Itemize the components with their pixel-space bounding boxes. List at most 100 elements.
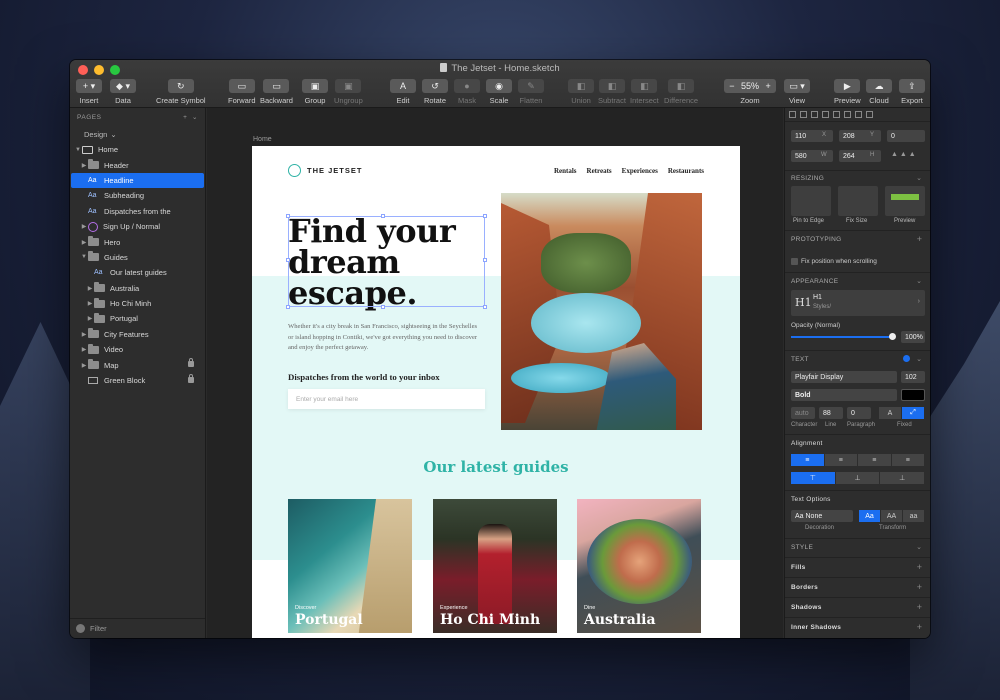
disclosure-icon[interactable]: ▶ [80,162,88,169]
align-left-icon[interactable] [789,111,796,118]
nav-retreats[interactable]: Retreats [587,167,612,175]
intersect-button[interactable]: ◧ Intersect [630,79,659,105]
dispatches-heading[interactable]: Dispatches from the world to your inbox [288,372,440,382]
chevron-down-icon[interactable]: ⌄ [916,355,922,363]
data-button[interactable]: ◆ ▾ Data [110,79,136,105]
layer-hero[interactable]: ▶ Hero [70,234,205,249]
vertical-alignment[interactable]: ⊤ ⊥ ⊥ [791,472,926,484]
disclosure-icon[interactable]: ▶ [86,285,94,292]
disclosure-icon[interactable]: ▶ [80,331,88,338]
transform-uppercase[interactable]: AA [881,510,903,522]
chevron-down-icon[interactable]: ⌄ [916,277,922,285]
layer-artboard-home[interactable]: ▼ Home [70,142,205,157]
paragraph-spacing-field[interactable]: 0 [847,407,871,419]
text-box-mode[interactable]: A ⤢ [879,407,925,419]
nav-experiences[interactable]: Experiences [622,167,658,175]
disclosure-icon[interactable]: ▶ [80,239,88,246]
zoom-in-icon[interactable]: + [766,81,771,91]
fix-scroll-checkbox[interactable] [791,258,798,265]
add-inner-shadow-icon[interactable]: + [917,622,922,632]
layer-video[interactable]: ▶ Video [70,342,205,357]
headline[interactable]: Find your dream escape. [288,215,488,309]
add-fill-icon[interactable]: + [917,562,922,572]
text-style-picker[interactable]: H1 H1 Styles/ › [791,290,925,316]
chevron-down-icon[interactable]: ⌄ [916,543,922,551]
backward-button[interactable]: ▭ Backward [260,79,293,105]
guides-title[interactable]: Our latest guides [252,458,740,476]
preview-button[interactable]: ▶ Preview [834,79,861,105]
align-text-top-icon[interactable]: ⊤ [791,472,836,484]
add-prototype-icon[interactable]: + [917,234,922,244]
align-middle-icon[interactable] [833,111,840,118]
layer-header[interactable]: ▶ Header [70,157,205,172]
disclosure-open-icon[interactable]: ▼ [80,254,88,260]
align-text-right-icon[interactable]: ≡ [858,454,892,466]
nav-rentals[interactable]: Rentals [554,167,577,175]
guide-card-ho-chi-minh[interactable]: Experience Ho Chi Minh [433,499,557,633]
rotation-field[interactable]: 0 [887,130,925,142]
rotate-button[interactable]: ↺ Rotate [422,79,448,105]
group-button[interactable]: ▣ Group [302,79,328,105]
text-transform[interactable]: Aa AA aa [859,510,925,522]
height-field[interactable]: 264 [839,150,881,162]
text-color-swatch[interactable] [901,389,925,401]
forward-button[interactable]: ▭ Forward [228,79,256,105]
nav-restaurants[interactable]: Restaurants [668,167,704,175]
transform-lowercase[interactable]: aa [903,510,925,522]
create-symbol-button[interactable]: ↻ Create Symbol [156,79,206,105]
align-top-icon[interactable] [822,111,829,118]
artboard-label[interactable]: Home [253,136,272,143]
canvas[interactable]: Home THE JETSET Rentals Retreats Experie… [207,108,783,638]
site-logo[interactable]: THE JETSET [288,164,362,177]
edit-button[interactable]: A Edit [390,79,416,105]
layer-headline[interactable]: Aa Headline [71,172,204,189]
lock-ratio-icon[interactable]: ▲ ▲ ▲ [891,151,916,158]
align-text-center-icon[interactable]: ≡ [824,454,858,466]
y-field[interactable]: 208 [839,130,881,142]
layer-portugal[interactable]: ▶ Portugal [70,311,205,326]
opacity-field[interactable]: 100% [901,331,925,343]
fixed-size-icon[interactable]: ⤢ [902,407,925,419]
opacity-slider[interactable] [791,336,893,338]
horizontal-alignment[interactable]: ≡ ≡ ≡ ≡ [791,454,925,466]
mask-button[interactable]: ● Mask [454,79,480,105]
guide-card-portugal[interactable]: Discover Portugal [288,499,412,633]
ungroup-button[interactable]: ▣ Ungroup [334,79,363,105]
layer-our-latest-guides[interactable]: Aa Our latest guides [70,265,205,280]
layer-map[interactable]: ▶ Map [70,357,205,372]
align-text-middle-icon[interactable]: ⊥ [835,472,881,484]
disclosure-open-icon[interactable]: ▼ [74,147,82,153]
chevron-down-icon[interactable]: ⌄ [916,174,922,182]
align-right-icon[interactable] [811,111,818,118]
zoom-stepper[interactable]: − 55% + [724,79,776,93]
transform-none[interactable]: Aa [859,510,881,522]
hero-image[interactable] [501,193,702,430]
disclosure-icon[interactable]: ▶ [86,315,94,322]
lock-icon[interactable] [188,358,194,368]
layer-australia[interactable]: ▶ Australia [70,281,205,296]
add-border-icon[interactable]: + [917,582,922,592]
scale-button[interactable]: ◉ Scale [486,79,512,105]
cloud-button[interactable]: ☁ Cloud [866,79,892,105]
distribute-h-icon[interactable] [855,111,862,118]
layer-ho-chi-minh[interactable]: ▶ Ho Chi Minh [70,296,205,311]
pages-dropdown[interactable]: Design ⌄ [70,126,205,142]
union-button[interactable]: ◧ Union [568,79,594,105]
add-page-icon[interactable]: + ⌄ [183,113,198,121]
zoom-out-icon[interactable]: − [729,81,734,91]
line-height-field[interactable]: 88 [819,407,843,419]
opacity-slider-thumb[interactable] [889,333,896,340]
layer-city-features[interactable]: ▶ City Features [70,327,205,342]
subheading[interactable]: Whether it's a city break in San Francis… [288,322,484,354]
distribute-v-icon[interactable] [866,111,873,118]
align-center-icon[interactable] [800,111,807,118]
layer-green-block[interactable]: Green Block [70,373,205,388]
align-text-bottom-icon[interactable]: ⊥ [880,472,926,484]
fix-size-control[interactable] [838,186,878,216]
artboard-home[interactable]: THE JETSET Rentals Retreats Experiences … [252,146,740,638]
disclosure-icon[interactable]: ▶ [86,300,94,307]
guide-card-australia[interactable]: Dine Australia [577,499,701,633]
disclosure-icon[interactable]: ▶ [80,346,88,353]
character-spacing-field[interactable]: auto [791,407,815,419]
layer-guides[interactable]: ▼ Guides [70,250,205,265]
